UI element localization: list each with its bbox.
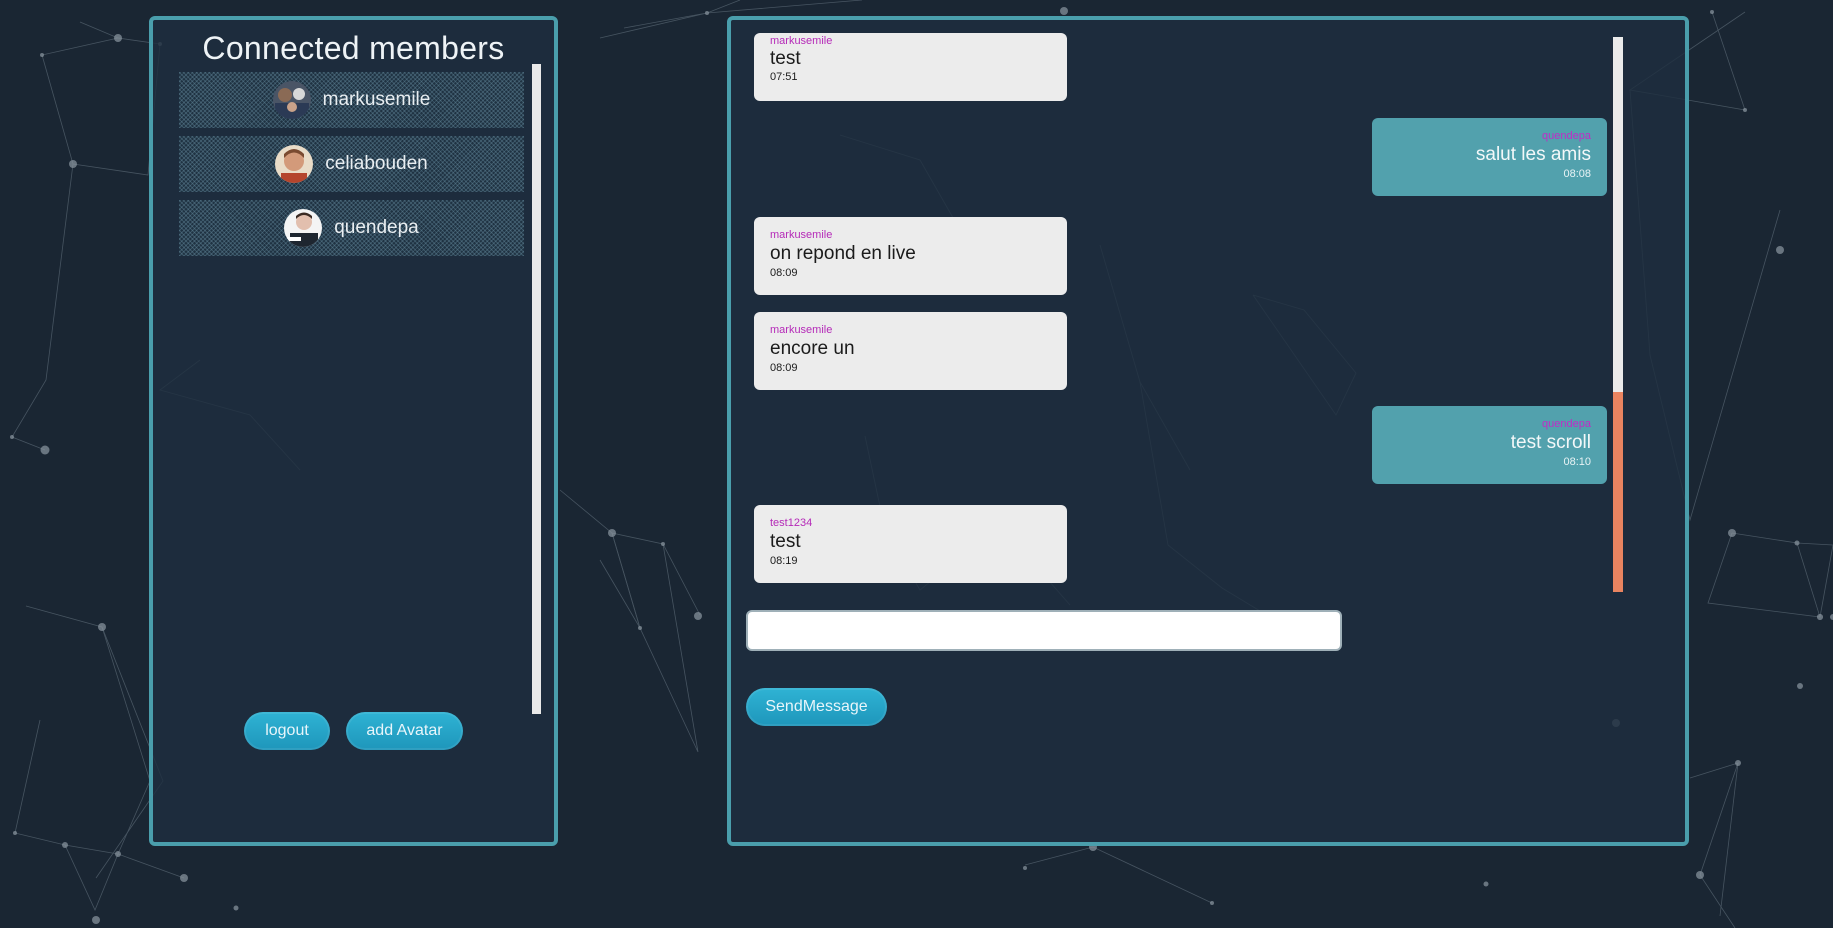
add-avatar-button[interactable]: add Avatar	[346, 712, 463, 750]
message-text: on repond en live	[770, 243, 916, 264]
avatar	[284, 209, 323, 247]
message-time: 08:09	[770, 267, 798, 279]
member-list: markusemile celiabouden quendepa	[179, 72, 524, 264]
message-time: 08:09	[770, 362, 798, 374]
connected-members-panel: Connected members markusemile celiaboude…	[149, 16, 558, 846]
member-name: markusemile	[322, 89, 431, 110]
member-item[interactable]: markusemile	[179, 72, 524, 128]
message-text: test scroll	[1510, 432, 1591, 453]
message-username: quendepa	[1542, 418, 1591, 430]
chat-scrollbar[interactable]	[1613, 37, 1623, 592]
member-name: quendepa	[334, 217, 419, 238]
message-username: test1234	[770, 517, 813, 529]
members-scrollbar[interactable]	[532, 64, 541, 714]
message-time: 08:08	[1563, 168, 1591, 180]
message-bubble: quendepa test scroll 08:10	[1372, 406, 1607, 484]
message-bubble: markusemile encore un 08:09	[754, 312, 1067, 390]
message-bubble: markusemile on repond en live 08:09	[754, 217, 1067, 295]
avatar	[275, 145, 314, 183]
logout-button[interactable]: logout	[244, 712, 330, 750]
member-name: celiabouden	[325, 153, 428, 174]
message-text: test	[770, 48, 801, 69]
avatar	[272, 81, 311, 119]
message-text: test	[770, 531, 801, 552]
message-text: salut les amis	[1475, 144, 1591, 165]
message-username: markusemile	[770, 35, 833, 47]
message-text: encore un	[770, 338, 855, 359]
message-bubble: test1234 test 08:19	[754, 505, 1067, 583]
member-item[interactable]: celiabouden	[179, 136, 524, 192]
message-bubble: markusemile test 07:51	[754, 33, 1067, 101]
chat-scrollbar-thumb[interactable]	[1613, 392, 1623, 592]
message-input[interactable]	[746, 610, 1342, 651]
chat-panel: markusemile test 07:51 quendepa salut le…	[727, 16, 1689, 846]
member-item[interactable]: quendepa	[179, 200, 524, 256]
message-time: 07:51	[770, 71, 798, 83]
message-username: markusemile	[770, 229, 833, 241]
message-time: 08:19	[770, 555, 798, 567]
message-username: quendepa	[1542, 130, 1591, 142]
message-time: 08:10	[1563, 456, 1591, 468]
message-bubble: quendepa salut les amis 08:08	[1372, 118, 1607, 196]
members-title: Connected members	[202, 30, 505, 66]
send-message-button[interactable]: SendMessage	[746, 688, 887, 726]
message-username: markusemile	[770, 324, 833, 336]
